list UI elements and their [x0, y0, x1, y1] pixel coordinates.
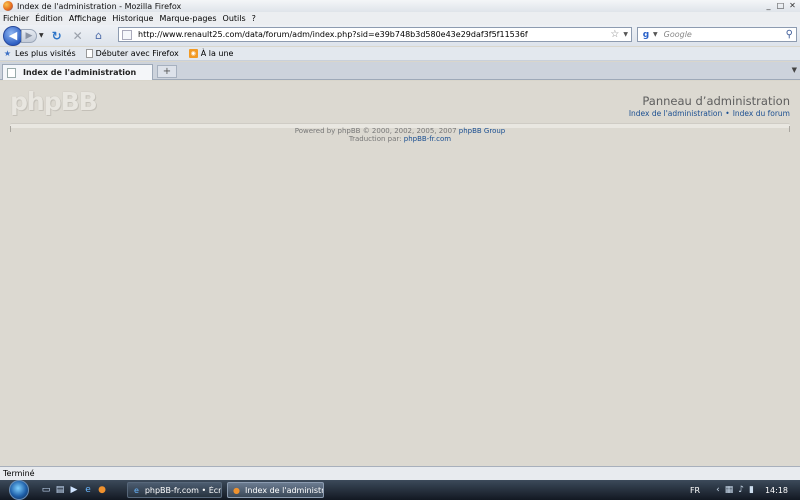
clock[interactable]: 14:18: [765, 486, 788, 495]
firefox-icon: [3, 1, 13, 11]
system-tray: FR ‹ ▦ ♪ ▮ 14:18: [690, 480, 800, 500]
tray-expand-icon[interactable]: ‹: [716, 485, 720, 495]
google-icon[interactable]: g: [641, 30, 651, 40]
page-icon: [7, 67, 16, 78]
arrow-left-icon: ◀: [8, 29, 18, 42]
taskbar-item-firefox[interactable]: ● Index de l'administr...: [227, 482, 324, 498]
maximize-button[interactable]: □: [775, 0, 786, 10]
admin-nav-links: Index de l'administration • Index du for…: [629, 109, 790, 118]
tab-index-admin[interactable]: Index de l'administration: [2, 64, 153, 80]
menu-aide[interactable]: ?: [252, 14, 256, 23]
bookmark-label: À la une: [200, 49, 234, 58]
search-engine-dropdown-icon[interactable]: ▼: [653, 31, 658, 38]
phpbb-logo[interactable]: phpBB: [10, 87, 98, 116]
bookmark-label: Les plus visités: [15, 49, 76, 58]
menu-bar: Fichier Édition Affichage Historique Mar…: [0, 12, 800, 25]
taskbar-item-label: phpBB-fr.com • Écri...: [144, 485, 221, 495]
page-favicon-icon: [122, 29, 132, 40]
menu-marque-pages[interactable]: Marque-pages: [159, 14, 216, 23]
powered-by-text: Powered by phpBB © 2000, 2002, 2005, 200…: [294, 127, 457, 135]
menu-fichier[interactable]: Fichier: [3, 14, 29, 23]
url-dropdown-icon[interactable]: ▼: [623, 31, 628, 38]
switch-windows-icon[interactable]: ▤: [55, 485, 65, 495]
history-dropdown-icon[interactable]: ▼: [39, 32, 44, 39]
rss-icon: ◉: [188, 49, 198, 58]
bookmark-getting-started[interactable]: Débuter avec Firefox: [85, 49, 179, 58]
bookmarks-toolbar: ★ Les plus visités Débuter avec Firefox …: [0, 47, 800, 61]
menu-affichage[interactable]: Affichage: [69, 14, 107, 23]
tab-label: Index de l'administration: [23, 68, 137, 77]
language-indicator[interactable]: FR: [690, 486, 700, 495]
phpbb-group-link[interactable]: phpBB Group: [459, 127, 505, 135]
url-bar[interactable]: http://www.renault25.com/data/forum/adm/…: [118, 27, 632, 42]
window-titlebar: Index de l'administration - Mozilla Fire…: [0, 0, 800, 12]
tab-bar: Index de l'administration + ▼: [0, 62, 800, 80]
search-input[interactable]: Google: [664, 30, 786, 39]
link-separator: •: [725, 109, 730, 118]
translation-line: Traduction par: phpBB-fr.com: [0, 135, 800, 143]
ie-icon: e: [133, 485, 139, 495]
tab-list-icon[interactable]: ▼: [792, 66, 797, 74]
bookmark-most-visited[interactable]: ★ Les plus visités: [3, 49, 76, 58]
forward-button[interactable]: ▶: [21, 28, 37, 43]
quick-launch: ▭ ▤ ▶ e ●: [41, 485, 107, 495]
plus-icon: +: [162, 66, 172, 77]
taskbar-item-label: Index de l'administr...: [245, 485, 323, 495]
bookmark-latest-headlines[interactable]: ◉ À la une: [188, 49, 234, 58]
link-index-admin[interactable]: Index de l'administration: [629, 109, 722, 118]
show-desktop-icon[interactable]: ▭: [41, 485, 51, 495]
phpbb-fr-link[interactable]: phpBB-fr.com: [404, 135, 451, 143]
page-title: Panneau d’administration: [642, 94, 790, 108]
arrow-right-icon: ▶: [25, 30, 33, 41]
status-bar: Terminé: [0, 466, 800, 480]
network-icon[interactable]: ▦: [725, 485, 734, 495]
copyright-line: Powered by phpBB © 2000, 2002, 2005, 200…: [0, 127, 800, 135]
url-input[interactable]: http://www.renault25.com/data/forum/adm/…: [138, 30, 610, 39]
firefox-icon: ●: [233, 485, 240, 495]
status-text: Terminé: [3, 469, 35, 478]
home-icon[interactable]: ⌂: [92, 29, 106, 43]
search-bar[interactable]: g ▼ Google ⚲: [637, 27, 797, 42]
page-icon: [85, 49, 93, 58]
bookmark-label: Débuter avec Firefox: [95, 49, 179, 58]
new-tab-button[interactable]: +: [157, 65, 177, 78]
menu-edition[interactable]: Édition: [35, 14, 63, 23]
menu-historique[interactable]: Historique: [112, 14, 153, 23]
firefox-icon[interactable]: ●: [97, 485, 107, 495]
reload-icon[interactable]: ↻: [50, 29, 64, 43]
volume-icon[interactable]: ♪: [738, 485, 744, 495]
star-icon: ★: [3, 49, 12, 58]
bookmark-star-icon[interactable]: ☆: [610, 29, 619, 40]
close-button[interactable]: ✕: [787, 0, 798, 10]
window-title: Index de l'administration - Mozilla Fire…: [17, 1, 182, 11]
page-content: phpBB Panneau d’administration Index de …: [0, 81, 800, 466]
link-index-forum[interactable]: Index du forum: [733, 109, 790, 118]
minimize-button[interactable]: _: [763, 0, 774, 10]
menu-outils[interactable]: Outils: [223, 14, 246, 23]
taskbar-item-ie[interactable]: e phpBB-fr.com • Écri...: [127, 482, 222, 498]
search-icon[interactable]: ⚲: [786, 29, 793, 40]
media-player-icon[interactable]: ▶: [69, 485, 79, 495]
navigation-toolbar: ◀ ▶ ▼ ↻ ✕ ⌂ http://www.renault25.com/dat…: [0, 25, 800, 46]
stop-icon[interactable]: ✕: [71, 29, 85, 43]
ie-icon[interactable]: e: [83, 485, 93, 495]
back-button[interactable]: ◀: [3, 25, 23, 46]
translation-label: Traduction par:: [348, 135, 402, 143]
windows-taskbar: ▭ ▤ ▶ e ● e phpBB-fr.com • Écri... ● Ind…: [0, 480, 800, 500]
power-icon[interactable]: ▮: [749, 485, 754, 495]
window-controls: _ □ ✕: [763, 0, 798, 10]
start-button[interactable]: [9, 480, 29, 500]
